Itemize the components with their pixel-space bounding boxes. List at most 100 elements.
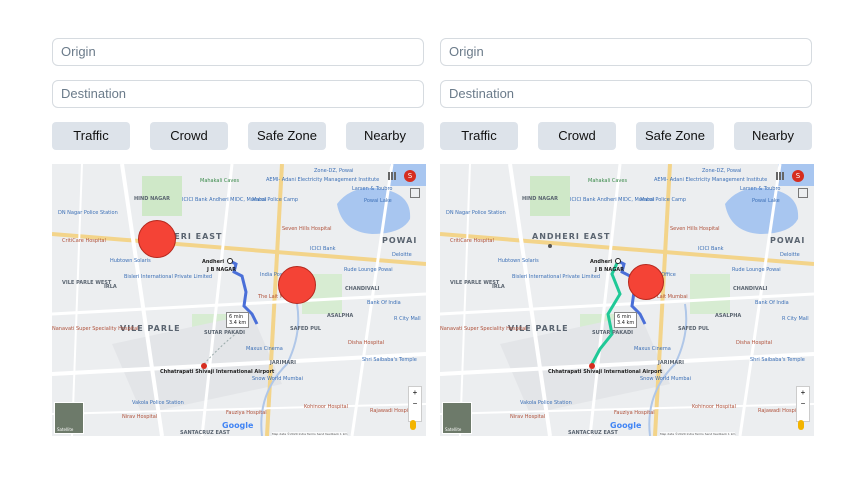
crowd-button[interactable]: Crowd [150,122,228,150]
area-label: CHANDIVALI [733,286,768,292]
satellite-label: Satellite [57,427,74,432]
poi-label: Nanavati Super Speciality Hospital [52,326,139,332]
destination-input[interactable]: Destination [440,80,812,108]
poi-label: Chhatrapati Shivaji International Airpor… [548,369,663,375]
destination-input[interactable]: Destination [52,80,424,108]
poi-label: Seven Hills Hospital [670,226,720,232]
area-label: SANTACRUZ EAST [568,430,618,436]
area-label: JARIMARI [658,360,684,366]
area-label: VILE PARLE WEST [62,280,112,286]
apps-grid-icon[interactable] [388,172,396,180]
poi-label: Mahakali Caves [200,178,240,184]
origin-input[interactable]: Origin [440,38,812,66]
poi-label: Nanavati Super Speciality Hospital [440,326,527,332]
traffic-button[interactable]: Traffic [52,122,130,150]
map-footer: Map data ©2020 India Terms Send feedback… [272,432,348,436]
area-label: HIND NAGAR [134,196,170,202]
poi-label: Vakola Police Station [520,400,572,406]
area-label: SAFED PUL [678,326,710,332]
poi-label: R City Mall [394,316,421,322]
area-label: VILE PARLE WEST [450,280,500,286]
poi-label: Powai Lake [364,198,392,204]
google-logo: Google [610,421,642,430]
poi-label: Zone-DZ, Powai [314,168,354,174]
area-label: J B NAGAR [207,267,237,273]
area-label: SUTAR PAKADI [204,330,245,336]
area-label: POWAI [382,236,418,245]
poi-label: DN Nagar Police Station [446,210,506,216]
poi-label: Seven Hills Hospital [282,226,332,232]
poi-label: Disha Hospital [736,340,773,346]
eta-box: 6 min 3.4 km [614,312,638,328]
poi-label: Maxus Cinema [634,346,671,352]
poi-label: Kohinoor Hospital [692,404,736,410]
fullscreen-icon[interactable] [410,188,420,198]
area-label: ANDHERI EAST [532,232,611,241]
area-label: JARIMARI [270,360,296,366]
poi-label: Fauziya Hospital [614,410,655,416]
poi-label: Snow World Mumbai [252,376,303,382]
poi-label: Andheri [590,259,613,265]
poi-label: Marol Police Camp [640,197,687,203]
poi-label: Bank Of India [755,300,789,306]
satellite-toggle[interactable]: Satellite [54,402,84,434]
eta-distance: 3.4 km [617,320,635,326]
zoom-out-icon[interactable]: − [409,398,421,409]
area-label: HIND NAGAR [522,196,558,202]
map-view[interactable]: ANDHERI EAST POWAI VILE PARLE J B NAGAR … [52,164,426,436]
poi-label: R City Mall [782,316,809,322]
poi-label: Andheri [202,259,225,265]
poi-label: Bank Of India [367,300,401,306]
zoom-in-icon[interactable]: + [797,387,809,398]
user-avatar[interactable]: S [792,170,804,182]
poi-label: Nirav Hospital [510,414,546,420]
satellite-toggle[interactable]: Satellite [442,402,472,434]
poi-label: Shri Saibaba's Temple [750,357,805,363]
crowd-circle [138,220,176,258]
poi-label: Fauziya Hospital [226,410,267,416]
poi-label: Snow World Mumbai [640,376,691,382]
crowd-button[interactable]: Crowd [538,122,616,150]
pegman-icon[interactable] [410,420,416,430]
fullscreen-icon[interactable] [798,188,808,198]
user-avatar[interactable]: S [404,170,416,182]
zoom-controls[interactable]: + − [408,386,422,422]
google-logo: Google [222,421,254,430]
zoom-controls[interactable]: + − [796,386,810,422]
poi-label: Bisleri International Private Limited [124,274,213,280]
poi-label: Shri Saibaba's Temple [362,357,417,363]
poi-label: Larsen & Toubro [740,186,781,192]
poi-label: Larsen & Toubro [352,186,393,192]
crowd-circle [278,266,316,304]
area-label: SUTAR PAKADI [592,330,633,336]
poi-label: Hubtown Solaris [110,258,151,264]
nearby-button[interactable]: Nearby [346,122,424,150]
satellite-label: Satellite [445,427,462,432]
eta-box: 6 min 3.4 km [226,312,250,328]
poi-label: ICICI Bank [698,246,724,252]
poi-label: CritiCare Hospital [62,238,106,244]
apps-grid-icon[interactable] [776,172,784,180]
poi-label: AEMI- Adani Electricity Management Insti… [266,177,380,183]
poi-label: Deloitte [780,252,800,258]
map-view[interactable]: ANDHERI EAST POWAI VILE PARLE J B NAGAR … [440,164,814,436]
area-label: SAFED PUL [290,326,322,332]
eta-distance: 3.4 km [229,320,247,326]
pegman-icon[interactable] [798,420,804,430]
poi-label: Maxus Cinema [246,346,283,352]
zoom-in-icon[interactable]: + [409,387,421,398]
poi-label: Nirav Hospital [122,414,158,420]
poi-label: CritiCare Hospital [450,238,494,244]
nearby-button[interactable]: Nearby [734,122,812,150]
poi-label: Rude Lounge Powai [732,267,781,273]
safe-zone-button[interactable]: Safe Zone [636,122,714,150]
area-label: ASALPHA [715,313,742,319]
area-label: CHANDIVALI [345,286,380,292]
zoom-out-icon[interactable]: − [797,398,809,409]
traffic-button[interactable]: Traffic [440,122,518,150]
area-label: ASALPHA [327,313,354,319]
poi-label: Powai Lake [752,198,780,204]
poi-label: Mahakali Caves [588,178,628,184]
origin-input[interactable]: Origin [52,38,424,66]
safe-zone-button[interactable]: Safe Zone [248,122,326,150]
